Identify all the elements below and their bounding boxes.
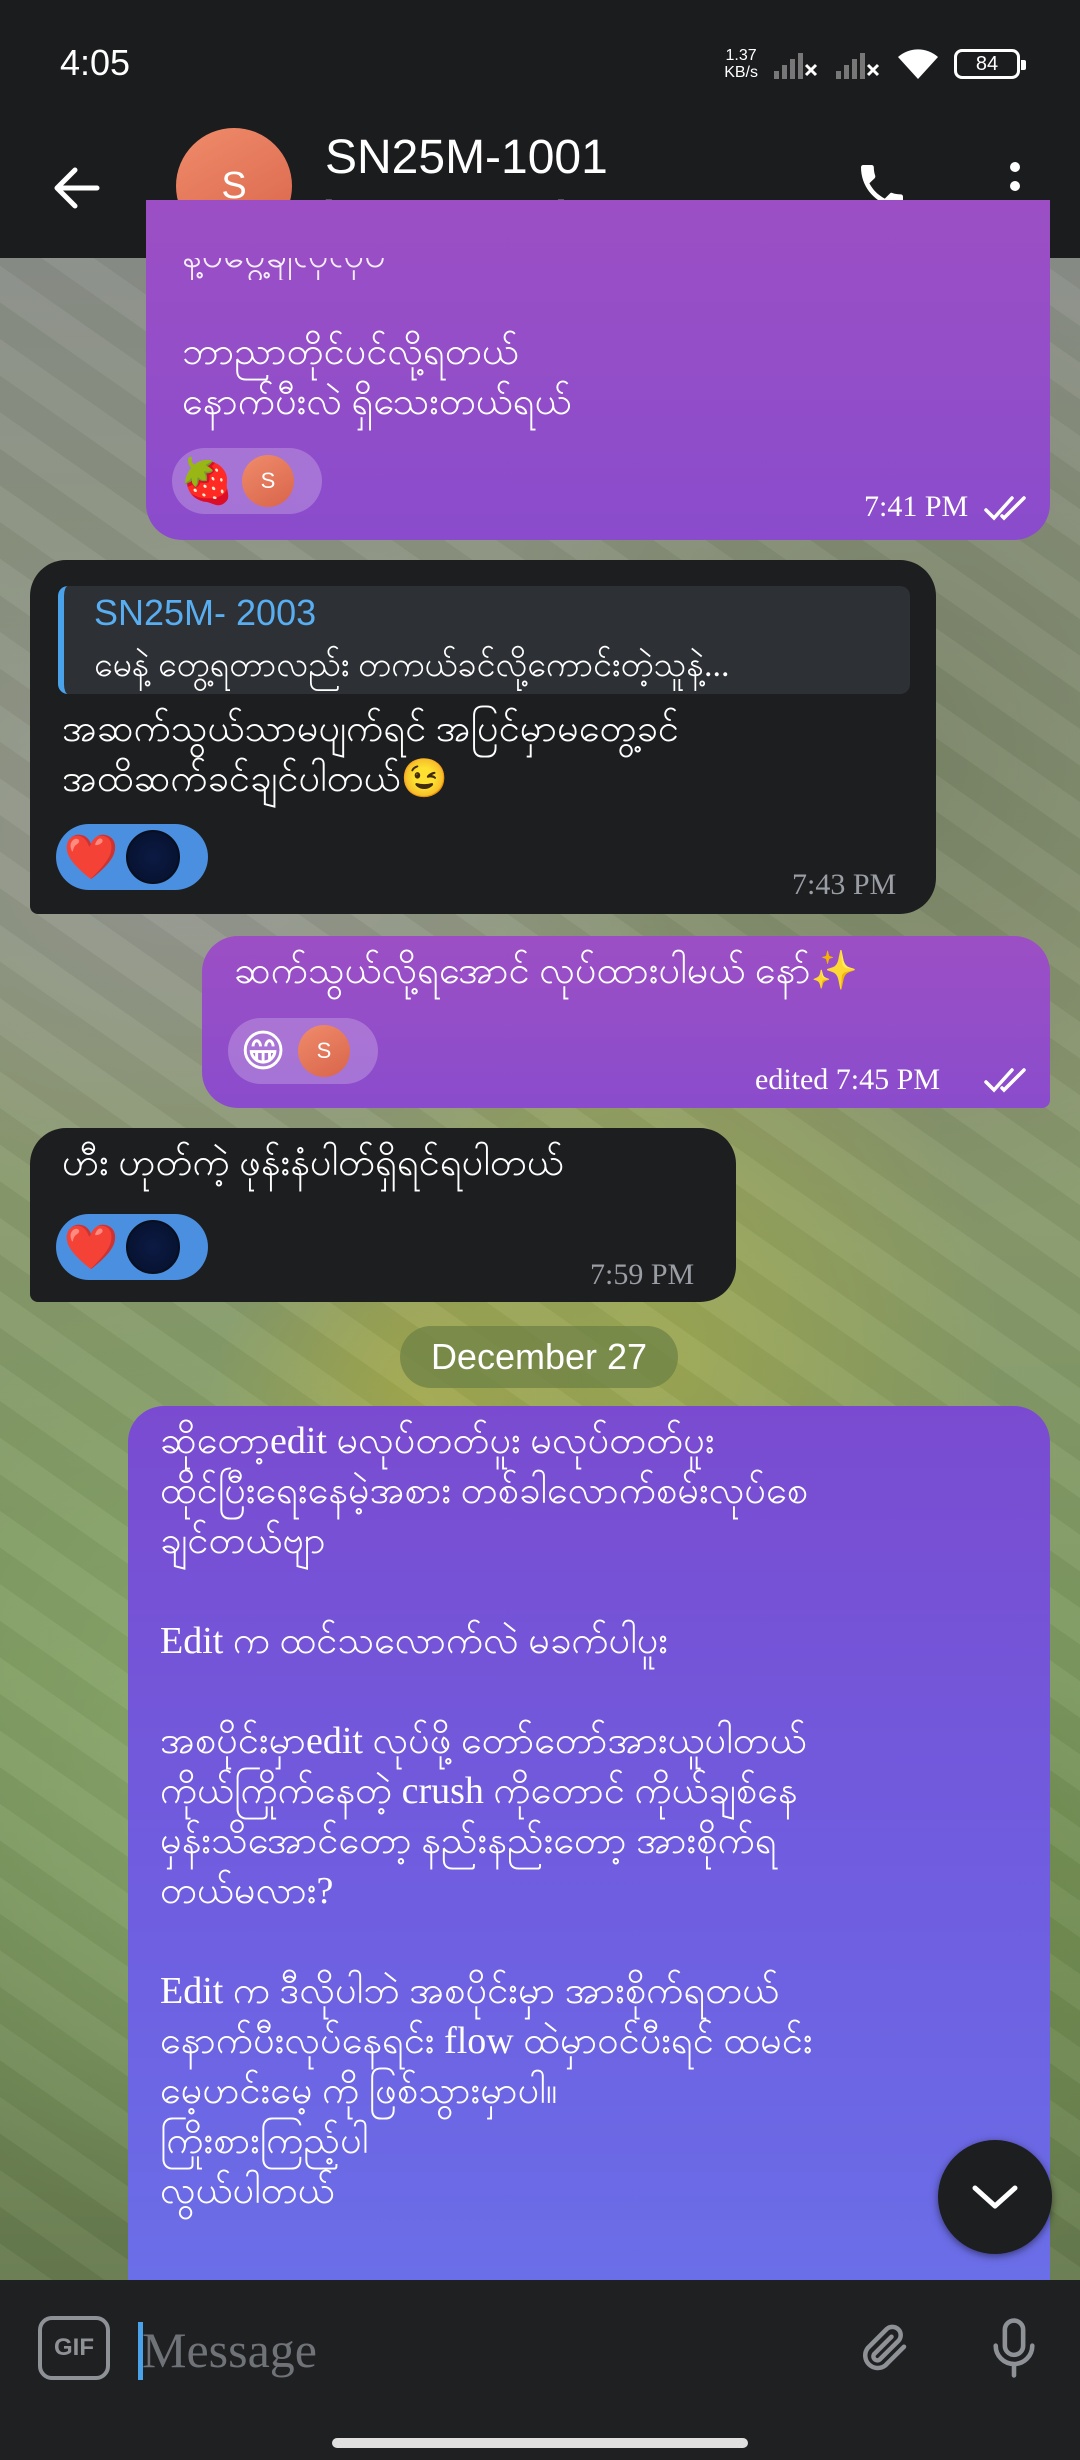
back-button[interactable] [40, 152, 112, 224]
message-time: edited 7:45 PM [755, 1063, 940, 1096]
message-text: ဟီး ဟုတ်ကဲ့ ဖုန်းနံပါတ်ရှိရင်ရပါတယ် [62, 1142, 564, 1184]
reactor-avatar: S [242, 455, 294, 507]
message-text: အဆက်သွယ်သာမပျက်ရင် အပြင်မှာမတွေ့ခင် အထိဆ… [62, 708, 679, 800]
chevron-down-icon [972, 2185, 1018, 2209]
message-time: 7:59 PM [590, 1258, 695, 1291]
signal-off-icon [836, 53, 880, 79]
arrow-left-icon [54, 167, 100, 209]
status-icons: 1.37 KB/s 84 [724, 40, 1026, 88]
signal-off-icon [774, 53, 818, 79]
attach-button[interactable] [846, 2310, 922, 2386]
reply-author: SN25M- 2003 [94, 592, 317, 633]
reply-text: မေနဲ့ တွေ့ရတာလည်း တကယ်ခင်လို့ကောင်းတဲ့သူ… [94, 647, 730, 684]
reaction-strawberry[interactable]: 🍓 [180, 454, 235, 508]
home-indicator[interactable] [332, 2438, 748, 2448]
gif-button[interactable]: GIF [38, 2316, 110, 2380]
message-reactions[interactable]: 🍓 S [172, 448, 322, 514]
battery-level: 84 [975, 52, 999, 75]
message-input[interactable] [142, 2314, 802, 2386]
message-text: ဆက်သွယ်လို့ရအောင် လုပ်ထားပါမယ် နော်✨ [234, 950, 859, 992]
reactor-avatar [126, 1220, 180, 1274]
message-text: ဘာညာတိုင်ပင်လို့ရတယ် နောက်ပီးလဲ ရှိသေးတယ… [182, 331, 572, 423]
microphone-icon [993, 2318, 1035, 2378]
network-speed: 1.37 KB/s [724, 47, 758, 81]
status-time: 4:05 [60, 42, 131, 83]
chat-title[interactable]: SN25M-1001 [325, 130, 608, 185]
double-check-icon [984, 496, 1026, 521]
reaction-heart[interactable]: ❤️ [64, 1220, 119, 1274]
message-reactions[interactable]: ❤️ [56, 1214, 208, 1280]
double-check-icon [984, 1068, 1026, 1093]
reaction-grin[interactable]: 😁 [236, 1024, 290, 1078]
scroll-to-bottom-button[interactable] [938, 2140, 1052, 2254]
reaction-heart[interactable]: ❤️ [64, 830, 119, 884]
date-separator: December 27 [400, 1326, 678, 1388]
status-bar: 4:05 1.37 KB/s 84 [0, 0, 1080, 120]
reactor-avatar [126, 830, 180, 884]
message-time: 7:41 PM [864, 490, 969, 523]
microphone-button[interactable] [976, 2310, 1052, 2386]
system-nav-bar [0, 2416, 1080, 2460]
paperclip-icon [863, 2324, 907, 2371]
network-speed-value: 1.37 [725, 47, 757, 64]
reactor-avatar: S [298, 1025, 350, 1077]
battery-indicator: 84 [954, 49, 1026, 79]
message-time: 7:43 PM [792, 868, 897, 901]
network-speed-unit: KB/s [724, 64, 758, 81]
message-reactions[interactable]: 😁 S [228, 1018, 378, 1084]
message-reactions[interactable]: ❤️ [56, 824, 208, 890]
reply-preview[interactable]: SN25M- 2003 မေနဲ့ တွေ့ရတာလည်း တကယ်ခင်လို… [58, 586, 910, 694]
message-text: ဆိုတော့edit မလုပ်တတ်ပူး မလုပ်တတ်ပူး ထိုင… [160, 1420, 813, 2212]
wifi-icon [898, 49, 938, 79]
message-composer: GIF [0, 2280, 1080, 2416]
